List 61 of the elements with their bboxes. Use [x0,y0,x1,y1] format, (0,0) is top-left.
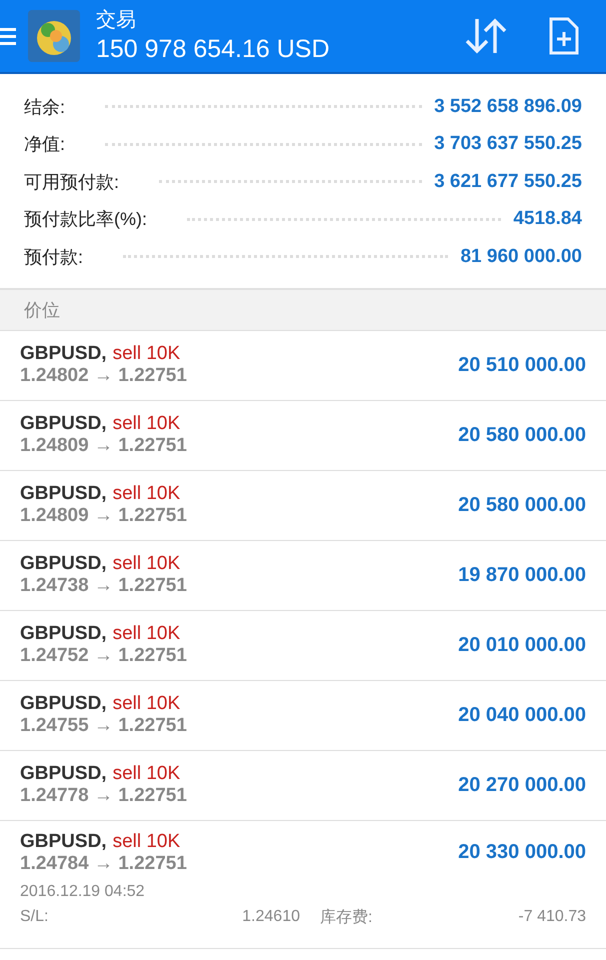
summary-value: 3 703 637 550.25 [434,133,582,156]
profit-value: 20 010 000.00 [458,634,586,656]
order-type: sell 10K [112,830,180,852]
order-type: sell 10K [112,343,180,365]
price-text: 1.24752 → 1.22751 [20,645,187,667]
position-row[interactable]: GBPUSD, sell 10K 1.24755 → 1.22751 20 040 000.00 [0,680,606,750]
summary-value: 4518.84 [513,208,582,230]
price-text: 1.24738 → 1.22751 [20,575,187,597]
profit-value: 19 870 000.00 [458,564,586,586]
order-type: sell 10K [112,623,180,645]
screen-title: 交易 [96,8,137,33]
swap-value: -7 410.73 [518,908,586,926]
order-type: sell 10K [112,693,180,715]
order-type: sell 10K [112,763,180,785]
symbol-text: GBPUSD, [20,553,107,575]
profit-value: 20 270 000.00 [458,774,586,796]
position-row[interactable]: GBPUSD, sell 10K 1.24752 → 1.22751 20 010 000.00 [0,610,606,680]
summary-value: 3 552 658 896.09 [434,96,582,118]
sort-arrows-icon[interactable] [464,16,508,56]
profit-value: 20 580 000.00 [458,424,586,446]
symbol-text: GBPUSD, [20,483,107,505]
order-type: sell 10K [112,483,180,505]
account-balance: 150 978 654.16 USD [96,34,331,65]
symbol-text: GBPUSD, [20,763,107,785]
section-title: 价位 [24,298,60,322]
profit-value: 20 510 000.00 [458,354,586,376]
stop-loss-label: S/L: [20,908,50,926]
profit-value: 20 330 000.00 [458,841,586,864]
stop-loss-value: 1.24610 [241,908,300,926]
price-text: 1.24784 → 1.22751 [20,852,187,874]
symbol-text: GBPUSD, [20,693,107,715]
summary-label: 可用预付款: [24,170,120,194]
price-text: 1.24755 → 1.22751 [20,715,187,737]
open-time: 2016.12.19 04:52 [20,882,146,900]
summary-label: 预付款: [24,246,84,269]
price-text: 1.24809 → 1.22751 [20,435,187,457]
symbol-text: GBPUSD, [20,623,107,645]
summary-label: 预付款比率(%): [24,208,147,232]
position-row[interactable]: GBPUSD, sell 10K 1.24809 → 1.22751 20 580 000.00 [0,470,606,540]
price-text: 1.24802 → 1.22751 [20,365,187,387]
order-type: sell 10K [112,553,180,575]
new-document-icon[interactable] [548,16,580,56]
position-row[interactable]: GBPUSD, sell 10K 1.24802 → 1.22751 20 510 000.00 [0,330,606,400]
order-type: sell 10K [112,413,180,435]
position-row[interactable]: GBPUSD, sell 10K 1.24809 → 1.22751 20 580 000.00 [0,400,606,470]
symbol-text: GBPUSD, [20,830,107,852]
app-logo-icon [28,10,80,62]
price-text: 1.24778 → 1.22751 [20,785,187,807]
position-row[interactable]: GBPUSD, sell 10K 1.24738 → 1.22751 19 870 000.00 [0,540,606,610]
swap-label: 库存费: [320,908,372,928]
summary-value: 3 621 677 550.25 [434,170,582,193]
summary-label: 结余: [24,96,66,119]
profit-value: 20 040 000.00 [458,704,586,726]
price-text: 1.24809 → 1.22751 [20,505,187,527]
symbol-text: GBPUSD, [20,413,107,435]
position-row[interactable]: GBPUSD, sell 10K 1.24784 → 1.22751 20 330 000.00 2016.12.19 04:52 S/L: 1.24610 库存费: -7 410.73 [0,820,606,948]
symbol-text: GBPUSD, [20,343,107,365]
position-row[interactable]: GBPUSD, sell 10K 1.24778 → 1.22751 20 270 000.00 [0,750,606,820]
summary-value: 81 960 000.00 [460,246,582,268]
profit-value: 20 580 000.00 [458,494,586,516]
summary-label: 净值: [24,133,66,156]
